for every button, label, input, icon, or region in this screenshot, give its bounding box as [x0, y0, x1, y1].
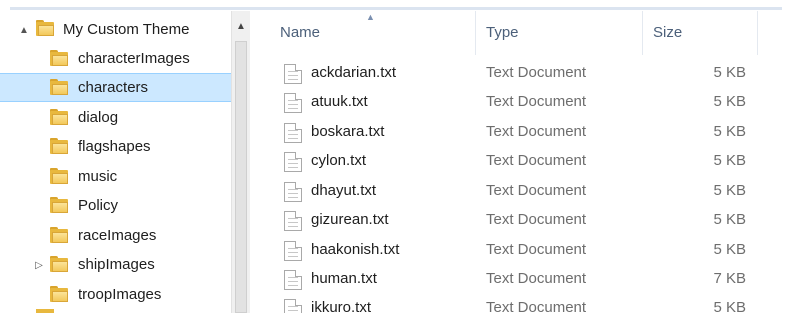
folder-icon [50, 109, 68, 125]
file-name: ackdarian.txt [311, 64, 397, 81]
folder-icon [50, 227, 68, 243]
file-row[interactable]: ikkuro.txt Text Document 5 KB [250, 294, 790, 313]
file-name: dhayut.txt [311, 182, 377, 199]
text-document-icon [284, 93, 302, 113]
text-document-icon [284, 299, 302, 313]
sort-ascending-icon: ▲ [366, 12, 375, 22]
file-row[interactable]: boskara.txt Text Document 5 KB [250, 118, 790, 147]
file-type: Text Document [486, 182, 587, 199]
collapse-arrow-icon[interactable]: ▲ [18, 24, 30, 36]
nav-item-shipimages[interactable]: ▷ shipImages [0, 250, 232, 279]
file-name: gizurean.txt [311, 211, 389, 228]
folder-icon [50, 256, 68, 272]
navigation-pane: ▲ My Custom Theme characterImages charac… [0, 11, 232, 313]
file-row[interactable]: gizurean.txt Text Document 5 KB [250, 206, 790, 235]
nav-item-my-custom-theme[interactable]: ▲ My Custom Theme [0, 15, 232, 44]
column-header-label: Size [653, 24, 683, 41]
file-name: cylon.txt [311, 152, 367, 169]
column-header-label: Type [486, 24, 519, 41]
file-name: atuuk.txt [311, 93, 368, 110]
nav-item-label: music [78, 168, 118, 185]
file-size: 5 KB [713, 123, 746, 140]
file-size: 5 KB [713, 93, 746, 110]
nav-item-label: shipImages [78, 256, 155, 273]
file-size: 5 KB [713, 182, 746, 199]
file-row[interactable]: human.txt Text Document 7 KB [250, 265, 790, 294]
nav-item-dialog[interactable]: dialog [0, 103, 232, 132]
folder-icon [50, 138, 68, 154]
file-list: ▲ Name Type Size ackdarian.txt Text Docu… [250, 11, 790, 313]
file-name: ikkuro.txt [311, 299, 372, 313]
column-header-label: Name [280, 24, 321, 41]
file-row[interactable]: haakonish.txt Text Document 5 KB [250, 236, 790, 265]
text-document-icon [284, 64, 302, 84]
file-type: Text Document [486, 211, 587, 228]
nav-item-label: My Custom Theme [63, 21, 190, 38]
nav-item-label: characters [78, 79, 149, 96]
file-size: 5 KB [713, 211, 746, 228]
file-type: Text Document [486, 270, 587, 287]
file-name: human.txt [311, 270, 377, 287]
folder-icon [50, 79, 68, 95]
file-type: Text Document [486, 64, 587, 81]
scroll-up-arrow-icon[interactable]: ▲ [236, 21, 246, 32]
nav-item-characters[interactable]: characters [0, 73, 232, 102]
file-type: Text Document [486, 93, 587, 110]
file-size: 5 KB [713, 152, 746, 169]
file-size: 5 KB [713, 64, 746, 81]
text-document-icon [284, 241, 302, 261]
file-row[interactable]: dhayut.txt Text Document 5 KB [250, 177, 790, 206]
text-document-icon [284, 211, 302, 231]
nav-item-label: troopImages [78, 286, 162, 303]
column-divider[interactable] [757, 11, 758, 55]
nav-item-characterimages[interactable]: characterImages [0, 44, 232, 73]
nav-item-policy[interactable]: Policy [0, 191, 232, 220]
text-document-icon [284, 182, 302, 202]
text-document-icon [284, 152, 302, 172]
column-header-name[interactable]: ▲ Name [250, 11, 475, 55]
nav-item-label: flagshapes [78, 138, 151, 155]
column-header-size[interactable]: Size [643, 11, 757, 55]
text-document-icon [284, 270, 302, 290]
nav-item-label: dialog [78, 109, 119, 126]
nav-item-label: raceImages [78, 227, 157, 244]
scrollbar-thumb[interactable] [235, 41, 247, 313]
text-document-icon [284, 123, 302, 143]
nav-item-label: characterImages [78, 50, 190, 67]
file-type: Text Document [486, 241, 587, 258]
folder-icon [36, 20, 54, 36]
file-size: 5 KB [713, 241, 746, 258]
file-size: 7 KB [713, 270, 746, 287]
file-type: Text Document [486, 152, 587, 169]
folder-icon [50, 50, 68, 66]
nav-scrollbar[interactable]: ▲ [231, 11, 250, 313]
nav-item-raceimages[interactable]: raceImages [0, 221, 232, 250]
column-header-type[interactable]: Type [476, 11, 642, 55]
partial-folder-icon [36, 309, 54, 313]
expand-arrow-icon[interactable]: ▷ [33, 259, 45, 271]
file-row[interactable]: atuuk.txt Text Document 5 KB [250, 88, 790, 117]
nav-item-music[interactable]: music [0, 162, 232, 191]
nav-item-flagshapes[interactable]: flagshapes [0, 132, 232, 161]
folder-icon [50, 197, 68, 213]
file-type: Text Document [486, 299, 587, 313]
file-name: haakonish.txt [311, 241, 400, 258]
top-divider [10, 7, 782, 10]
nav-item-troopimages[interactable]: troopImages [0, 280, 232, 309]
folder-icon [50, 286, 68, 302]
file-type: Text Document [486, 123, 587, 140]
file-row[interactable]: cylon.txt Text Document 5 KB [250, 147, 790, 176]
folder-icon [50, 168, 68, 184]
nav-item-label: Policy [78, 197, 119, 214]
file-size: 5 KB [713, 299, 746, 313]
file-row[interactable]: ackdarian.txt Text Document 5 KB [250, 59, 790, 88]
file-name: boskara.txt [311, 123, 385, 140]
